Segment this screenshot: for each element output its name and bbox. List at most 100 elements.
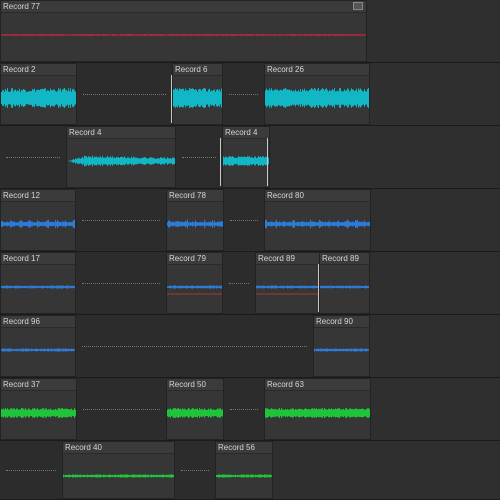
clip-label: Record 12 — [3, 191, 40, 200]
waveform — [167, 285, 222, 295]
waveform — [173, 88, 222, 108]
clip-record-80[interactable]: Record 80 — [264, 189, 371, 251]
track-8: Record 40 Record 56 — [0, 441, 500, 500]
clip-record-63[interactable]: Record 63 — [264, 378, 371, 440]
waveform — [167, 408, 223, 418]
clip-record-77[interactable]: Record 77 — [0, 0, 367, 62]
waveform — [1, 348, 75, 352]
waveform-path — [63, 474, 174, 478]
waveform-path — [256, 285, 319, 289]
waveform — [1, 408, 76, 418]
waveform — [256, 285, 319, 295]
waveform — [216, 474, 272, 478]
clip-label: Record 96 — [3, 317, 40, 326]
waveform-path — [320, 285, 369, 289]
gap-region — [223, 252, 255, 314]
clip-record-6[interactable]: Record 6 — [172, 63, 223, 125]
waveform — [68, 155, 175, 167]
clip-record-89[interactable]: Record 89 — [255, 252, 320, 314]
clip-record-50[interactable]: Record 50 — [166, 378, 224, 440]
clip-label: Record 4 — [69, 128, 102, 137]
gap-region — [76, 189, 166, 251]
clip-label: Record 63 — [267, 380, 304, 389]
waveform-path — [265, 88, 369, 108]
gap-region — [224, 378, 264, 440]
waveform-path — [216, 474, 272, 478]
waveform-path — [173, 88, 222, 108]
clip-record-4-second[interactable]: Record 4 — [222, 126, 270, 188]
clip-record-12[interactable]: Record 12 — [0, 189, 76, 251]
track-5: Record 17 Record 79 Record 89 Record 89 — [0, 252, 500, 315]
fade-handle[interactable] — [318, 264, 319, 312]
waveform — [1, 88, 76, 108]
waveform — [63, 474, 174, 478]
waveform — [167, 219, 223, 229]
clip-label: Record 90 — [316, 317, 353, 326]
waveform-path — [314, 348, 369, 352]
clip-record-40[interactable]: Record 40 — [62, 441, 175, 499]
fade-handle[interactable] — [171, 75, 172, 123]
waveform — [320, 285, 369, 289]
clip-label: Record 78 — [169, 191, 206, 200]
clip-label: Record 40 — [65, 443, 102, 452]
clip-label: Record 79 — [169, 254, 206, 263]
gap-region — [176, 126, 222, 188]
gap-region — [0, 441, 62, 499]
track-2: Record 2 Record 6 Record 26 — [0, 63, 500, 126]
clip-record-4[interactable]: Record 4 — [66, 126, 176, 188]
waveform-path — [265, 408, 370, 418]
clip-label: Record 2 — [3, 65, 36, 74]
clip-label: Record 89 — [322, 254, 359, 263]
gap-region — [0, 126, 66, 188]
gap-region — [77, 63, 172, 125]
clip-record-96[interactable]: Record 96 — [0, 315, 76, 377]
waveform-path — [167, 285, 222, 289]
clip-record-89-second[interactable]: Record 89 — [319, 252, 370, 314]
clip-label: Record 56 — [218, 443, 255, 452]
waveform — [223, 156, 269, 166]
waveform-path — [167, 408, 223, 418]
clip-menu-icon[interactable] — [353, 2, 363, 10]
clip-record-2[interactable]: Record 2 — [0, 63, 77, 125]
waveform-path — [223, 156, 269, 166]
clip-label: Record 80 — [267, 191, 304, 200]
clip-label: Record 50 — [169, 380, 206, 389]
gap-region — [223, 63, 264, 125]
gap-region — [175, 441, 215, 499]
clip-label: Record 17 — [3, 254, 40, 263]
clip-record-56[interactable]: Record 56 — [215, 441, 273, 499]
clip-record-90[interactable]: Record 90 — [313, 315, 370, 377]
track-6: Record 96 Record 90 — [0, 315, 500, 378]
gap-region — [76, 252, 166, 314]
waveform-path — [265, 219, 370, 229]
waveform-path — [1, 408, 76, 418]
waveform — [1, 34, 366, 36]
clip-label: Record 4 — [225, 128, 258, 137]
fade-handle[interactable] — [220, 138, 221, 186]
waveform — [314, 348, 369, 352]
clip-record-37[interactable]: Record 37 — [0, 378, 77, 440]
waveform — [265, 88, 369, 108]
waveform-path — [167, 219, 223, 229]
clip-record-26[interactable]: Record 26 — [264, 63, 370, 125]
gap-region — [224, 189, 264, 251]
clip-record-17[interactable]: Record 17 — [0, 252, 76, 314]
clip-record-78[interactable]: Record 78 — [166, 189, 224, 251]
gap-region — [76, 315, 313, 377]
waveform-path — [1, 348, 75, 352]
waveform-path — [1, 88, 76, 108]
track-3: Record 4 Record 4 — [0, 126, 500, 189]
clip-label: Record 37 — [3, 380, 40, 389]
waveform-path — [68, 155, 175, 167]
clip-record-79[interactable]: Record 79 — [166, 252, 223, 314]
track-7: Record 37 Record 50 Record 63 — [0, 378, 500, 441]
track-4: Record 12 Record 78 Record 80 — [0, 189, 500, 252]
clip-label: Record 26 — [267, 65, 304, 74]
clip-label: Record 77 — [3, 2, 40, 11]
fade-handle[interactable] — [267, 138, 268, 186]
waveform — [265, 408, 370, 418]
waveform — [265, 219, 370, 229]
clip-label: Record 6 — [175, 65, 208, 74]
waveform-path — [1, 285, 75, 289]
waveform — [1, 219, 75, 229]
